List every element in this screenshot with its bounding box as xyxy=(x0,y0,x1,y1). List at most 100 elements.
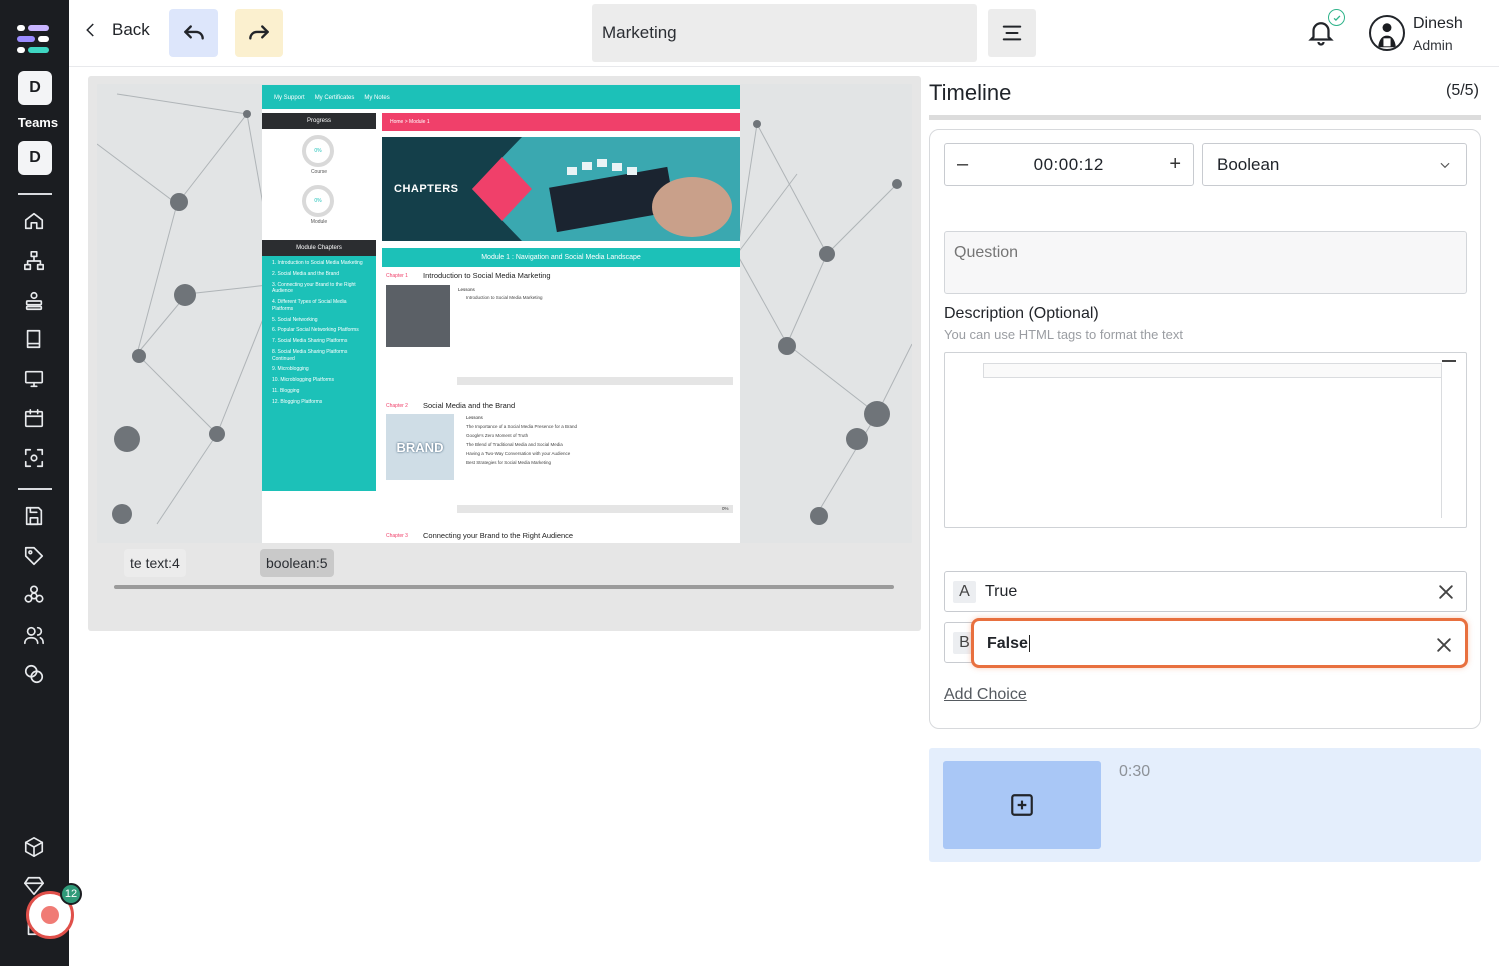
interaction-duration: 0:30 xyxy=(1119,763,1151,780)
chapter-list-item: 2. Social Media and the Brand xyxy=(272,270,339,277)
choice-row[interactable]: A True xyxy=(944,571,1467,612)
slide-progress-header: Progress xyxy=(262,113,376,129)
choice-input[interactable]: True xyxy=(985,583,1017,601)
title-input[interactable]: Marketing xyxy=(592,4,977,62)
chapter-list-item: 8. Social Media Sharing Platforms Contin… xyxy=(272,348,348,362)
timeline-tag-active[interactable]: boolean:5 xyxy=(260,549,334,577)
record-count-badge: 12 xyxy=(60,883,82,905)
slide-hero: CHAPTERS xyxy=(382,137,740,241)
chapter-2-lesson: The Importance of a Social Media Presenc… xyxy=(466,424,578,429)
user-avatar[interactable] xyxy=(1369,15,1405,51)
hierarchy-icon[interactable] xyxy=(22,249,46,273)
chapter-2-lessons-label: Lessons xyxy=(466,415,483,420)
increment-button[interactable]: + xyxy=(1169,153,1181,176)
users-icon[interactable] xyxy=(22,623,46,647)
chapter-1-tag: Chapter 1 xyxy=(386,273,408,279)
text-cursor xyxy=(1028,635,1030,653)
chapter-2-progress-pct: 0% xyxy=(722,506,729,511)
chapter-1-title: Introduction to Social Media Marketing xyxy=(423,271,551,280)
timeline-tag[interactable]: te text:4 xyxy=(124,549,186,577)
user-silhouette-icon xyxy=(1378,23,1396,48)
remove-choice-button[interactable] xyxy=(1436,582,1456,602)
module-label: Module xyxy=(310,219,328,225)
chapter-list-item: 3. Connecting your Brand to the Right Au… xyxy=(272,281,356,295)
chapter-2-lesson: The Blend of Traditional Media and Socia… xyxy=(466,442,563,447)
scan-icon[interactable] xyxy=(22,446,46,470)
plus-square-icon xyxy=(1011,794,1033,816)
question-type-select[interactable]: Boolean xyxy=(1202,143,1467,186)
chapter-2-title: Social Media and the Brand xyxy=(423,401,516,410)
tag-icon[interactable] xyxy=(22,544,46,568)
app-logo-icon[interactable] xyxy=(17,24,49,54)
description-scrollbar[interactable] xyxy=(1441,370,1442,518)
book-icon[interactable] xyxy=(22,327,46,351)
add-interaction-button[interactable] xyxy=(943,761,1101,849)
back-button[interactable]: Back xyxy=(82,20,150,40)
description-editor[interactable] xyxy=(944,352,1467,528)
menu-button[interactable] xyxy=(988,9,1036,57)
slide-nav-link: My Notes xyxy=(364,95,390,101)
chapter-2-lesson: Best Strategies for Social Media Marketi… xyxy=(466,460,552,465)
choice-letter: A xyxy=(953,581,976,603)
home-icon[interactable] xyxy=(22,209,46,233)
chapter-2-lesson: Having a Two-Way Conversation with your … xyxy=(466,451,571,456)
record-dot-icon xyxy=(41,906,59,924)
stack-icon[interactable] xyxy=(22,289,46,313)
back-label: Back xyxy=(112,20,150,39)
monitor-icon[interactable] xyxy=(22,367,46,391)
slide-page: My Support My Certificates My Notes Prog… xyxy=(262,85,740,543)
chapter-list-item: 12. Blogging Platforms xyxy=(272,398,323,405)
user-role: Admin xyxy=(1413,37,1453,53)
sidebar: D Teams D xyxy=(0,0,69,966)
decrement-button[interactable]: – xyxy=(957,153,968,176)
module-progress-ring: 0% xyxy=(302,185,334,217)
coins-icon[interactable] xyxy=(22,662,46,686)
nodes-icon[interactable] xyxy=(22,583,46,607)
timeline-progress-bar xyxy=(929,115,1481,120)
redo-icon xyxy=(249,25,269,40)
close-icon xyxy=(1439,585,1453,599)
sidebar-divider xyxy=(18,193,52,195)
chapter-3-title: Connecting your Brand to the Right Audie… xyxy=(423,531,574,540)
chevron-left-icon xyxy=(86,23,94,37)
add-choice-link[interactable]: Add Choice xyxy=(944,686,1027,704)
user-name: Dinesh xyxy=(1413,15,1463,32)
time-stepper[interactable]: – 00:00:12 + xyxy=(944,143,1194,186)
undo-button[interactable] xyxy=(169,9,218,57)
chapter-1-progress-bar xyxy=(457,377,733,385)
video-preview[interactable]: My Support My Certificates My Notes Prog… xyxy=(97,84,912,543)
chapter-1-lesson: Introduction to Social Media Marketing xyxy=(466,295,543,300)
choice-input[interactable]: False xyxy=(987,635,1030,653)
question-type-value: Boolean xyxy=(1217,154,1280,174)
chevron-down-icon xyxy=(1440,162,1450,168)
chapter-list-item: 1. Introduction to Social Media Marketin… xyxy=(272,260,363,266)
package-icon[interactable] xyxy=(22,835,46,859)
redo-button[interactable] xyxy=(235,9,283,57)
undo-icon xyxy=(183,25,204,40)
slide-module-title: Module 1 : Navigation and Social Media L… xyxy=(382,248,740,267)
video-scrubber[interactable] xyxy=(114,585,894,589)
slide-breadcrumb: Home > Module 1 xyxy=(382,113,740,131)
description-hint: You can use HTML tags to format the text xyxy=(944,327,1183,342)
chapter-3-tag: Chapter 3 xyxy=(386,533,408,539)
remove-choice-button[interactable] xyxy=(1434,635,1454,655)
chapter-list-item: 6. Popular Social Networking Platforms xyxy=(272,327,359,334)
save-icon[interactable] xyxy=(22,504,46,528)
question-input[interactable] xyxy=(944,231,1467,294)
workspace-avatar[interactable]: D xyxy=(18,71,52,105)
collapse-icon[interactable] xyxy=(1442,360,1456,362)
team-avatar[interactable]: D xyxy=(18,141,52,175)
calendar-icon[interactable] xyxy=(22,407,46,431)
close-icon xyxy=(1437,638,1451,652)
chapter-1-thumbnail xyxy=(386,285,450,347)
chapter-2-thumbnail: BRAND xyxy=(386,414,454,480)
choice-input-focused[interactable]: False xyxy=(971,618,1468,668)
chapter-list-item: 10. Microblogging Platforms xyxy=(272,377,334,383)
slide-nav-link: My Support xyxy=(274,95,305,101)
description-toolbar xyxy=(983,363,1442,378)
slide-nav-bar: My Support My Certificates My Notes xyxy=(262,85,740,109)
check-badge-icon xyxy=(1328,9,1345,26)
timeline-title: Timeline xyxy=(929,80,1012,105)
chapter-list-item: 4. Different Types of Social Media Platf… xyxy=(272,299,347,312)
time-value[interactable]: 00:00:12 xyxy=(1034,155,1104,175)
